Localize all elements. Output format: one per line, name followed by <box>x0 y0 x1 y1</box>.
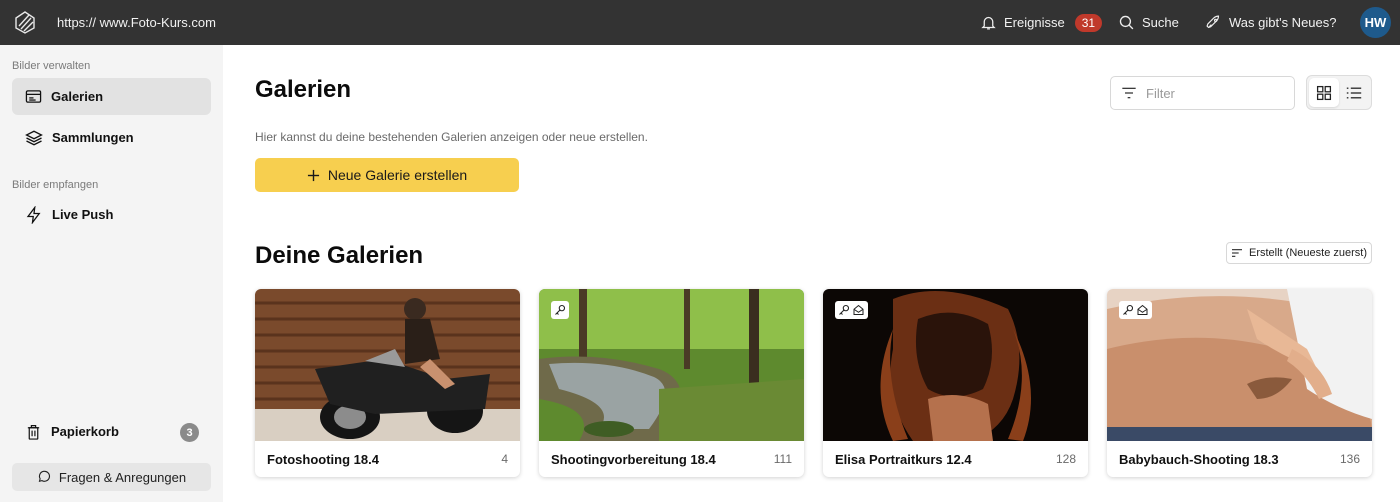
sidebar: Bilder verwalten Galerien Sammlungen Bil… <box>0 45 223 502</box>
section-label-manage: Bilder verwalten <box>12 60 91 72</box>
site-url[interactable]: https:// www.Foto-Kurs.com <box>57 15 216 30</box>
sidebar-item-label: Galerien <box>51 89 104 104</box>
search-icon <box>1119 15 1134 30</box>
events-label: Ereignisse <box>1004 15 1065 30</box>
gallery-status-icons <box>835 301 868 319</box>
sidebar-item-label: Papierkorb <box>51 424 119 439</box>
mail-photo-icon <box>1137 304 1148 315</box>
app-logo-icon[interactable] <box>12 9 38 35</box>
trash-count-badge: 3 <box>180 423 199 442</box>
sidebar-item-label: Live Push <box>52 207 114 222</box>
gallery-title: Shootingvorbereitung 18.4 <box>551 451 716 467</box>
lightning-icon <box>26 205 41 224</box>
bell-icon <box>981 16 996 30</box>
search-button[interactable]: Suche <box>1118 0 1179 45</box>
section-label-receive: Bilder empfangen <box>12 179 99 191</box>
sidebar-item-trash[interactable]: Papierkorb 3 <box>12 413 211 450</box>
gallery-thumbnail <box>539 289 804 441</box>
trash-icon <box>27 424 40 440</box>
grid-icon <box>1316 85 1332 100</box>
sort-label: Erstellt (Neueste zuerst) <box>1249 247 1367 259</box>
view-toggle <box>1306 75 1372 110</box>
sidebar-item-live-push[interactable]: Live Push <box>12 196 211 233</box>
gallery-image-count: 111 <box>773 452 792 466</box>
gallery-card[interactable]: Shootingvorbereitung 18.4 111 <box>539 289 804 477</box>
gallery-image-count: 4 <box>501 452 508 466</box>
plus-icon <box>307 169 319 181</box>
sidebar-item-collections[interactable]: Sammlungen <box>12 119 211 156</box>
gallery-thumbnail <box>255 289 520 441</box>
sort-icon <box>1232 249 1242 257</box>
gallery-image-count: 128 <box>1055 452 1076 466</box>
list-icon <box>1346 87 1362 98</box>
search-label: Suche <box>1142 15 1179 30</box>
section-title: Deine Galerien <box>255 242 424 269</box>
layers-icon <box>25 130 43 145</box>
whats-new-label: Was gibt's Neues? <box>1229 15 1337 30</box>
feedback-label: Fragen & Anregungen <box>58 469 187 485</box>
sidebar-item-label: Sammlungen <box>52 130 134 145</box>
list-view-button[interactable] <box>1339 78 1369 107</box>
key-icon <box>839 304 850 315</box>
key-icon <box>1123 304 1134 315</box>
rocket-icon <box>1206 15 1220 29</box>
gallery-status-icons <box>1119 301 1152 319</box>
create-gallery-label: Neue Galerie erstellen <box>327 167 468 183</box>
key-icon <box>555 304 566 315</box>
user-avatar[interactable]: HW <box>1360 7 1391 38</box>
feedback-button[interactable]: Fragen & Anregungen <box>12 463 211 491</box>
grid-view-button[interactable] <box>1309 78 1339 107</box>
sidebar-item-galleries[interactable]: Galerien <box>12 78 211 115</box>
page-title: Galerien <box>255 76 352 103</box>
gallery-icon <box>25 90 42 103</box>
whats-new-button[interactable]: Was gibt's Neues? <box>1205 0 1337 45</box>
chat-bubble-icon <box>38 470 50 482</box>
top-bar: https:// www.Foto-Kurs.com Ereignisse 31… <box>0 0 1400 45</box>
mail-photo-icon <box>853 304 864 315</box>
gallery-title: Babybauch-Shooting 18.3 <box>1119 451 1279 467</box>
filter-field[interactable] <box>1110 76 1295 110</box>
gallery-card-footer: Shootingvorbereitung 18.4 111 <box>539 441 804 477</box>
gallery-card[interactable]: Elisa Portraitkurs 12.4 128 <box>823 289 1088 477</box>
gallery-image-count: 136 <box>1339 452 1360 466</box>
sort-dropdown[interactable]: Erstellt (Neueste zuerst) <box>1226 242 1372 264</box>
page-subtitle: Hier kannst du deine bestehenden Galerie… <box>255 130 648 144</box>
filter-icon <box>1122 87 1136 99</box>
gallery-card-footer: Fotoshooting 18.4 4 <box>255 441 520 477</box>
gallery-title: Elisa Portraitkurs 12.4 <box>835 451 972 467</box>
gallery-card[interactable]: Fotoshooting 18.4 4 <box>255 289 520 477</box>
gallery-card-footer: Babybauch-Shooting 18.3 136 <box>1107 441 1372 477</box>
gallery-card-footer: Elisa Portraitkurs 12.4 128 <box>823 441 1088 477</box>
events-count-badge: 31 <box>1074 13 1103 32</box>
gallery-title: Fotoshooting 18.4 <box>267 451 379 467</box>
filter-input[interactable] <box>1146 85 1276 101</box>
gallery-card[interactable]: Babybauch-Shooting 18.3 136 <box>1107 289 1372 477</box>
gallery-status-icons <box>551 301 569 319</box>
create-gallery-button[interactable]: Neue Galerie erstellen <box>255 158 519 192</box>
events-button[interactable]: Ereignisse 31 <box>980 0 1103 45</box>
